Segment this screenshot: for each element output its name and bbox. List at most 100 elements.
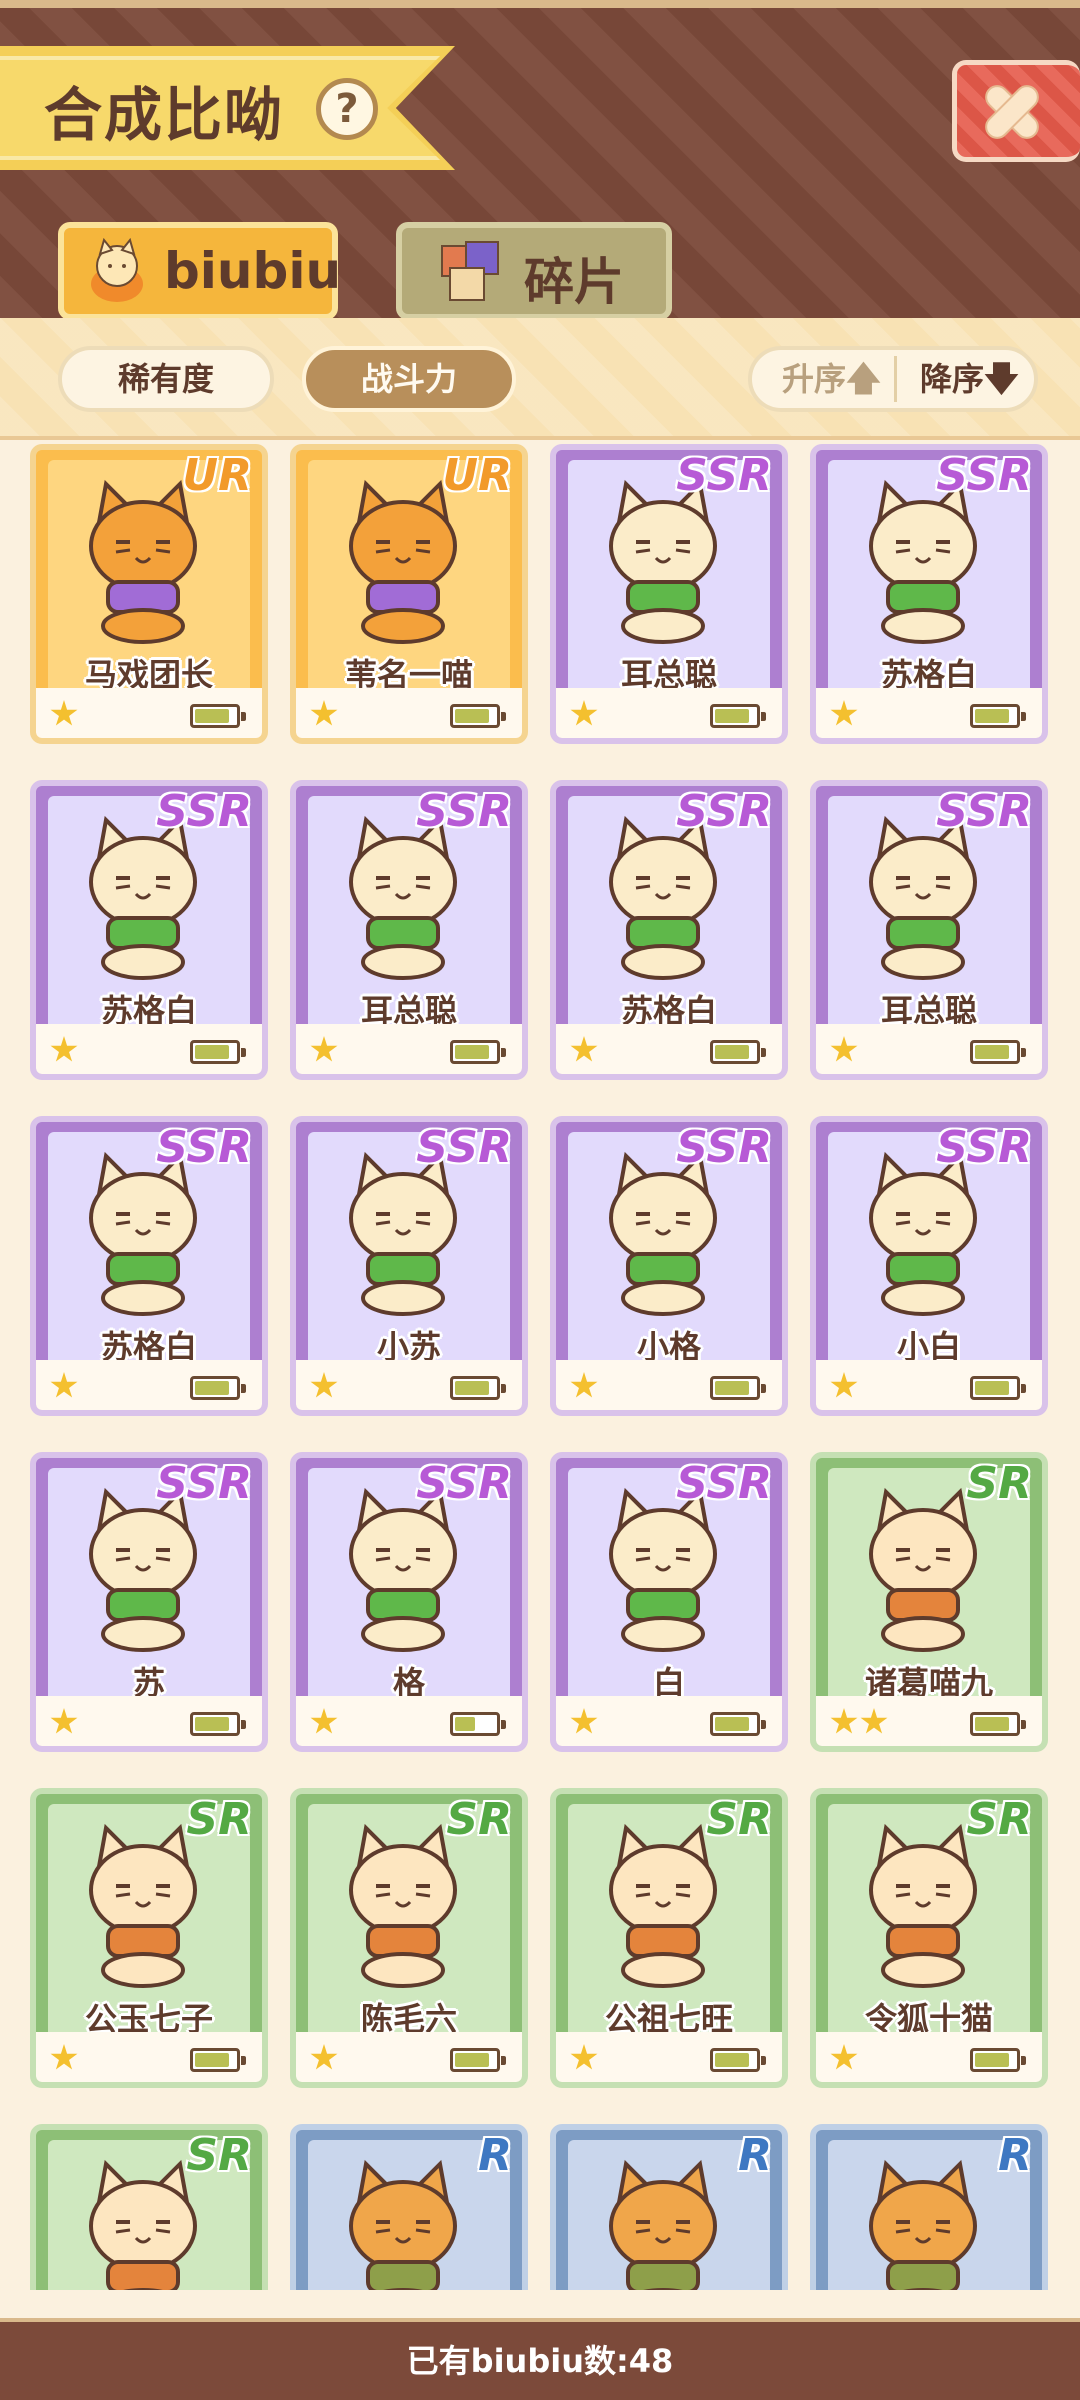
cat-character-icon xyxy=(89,1487,197,1652)
battery-tip xyxy=(241,2056,246,2065)
character-card[interactable]: SSR 苏 xyxy=(30,1452,268,1752)
help-icon[interactable]: ? xyxy=(316,78,378,140)
character-card[interactable]: R xyxy=(810,2124,1048,2290)
character-card[interactable]: SSR 小白 xyxy=(810,1116,1048,1416)
star-icon xyxy=(830,2044,858,2070)
rarity-badge: SSR xyxy=(676,450,772,501)
rarity-badge: UR xyxy=(442,450,512,501)
rarity-badge: SR xyxy=(186,2130,252,2181)
card-footer xyxy=(556,1024,782,1074)
star-rating xyxy=(50,1036,80,1066)
star-icon xyxy=(50,1708,78,1734)
tab-fragments[interactable]: 碎片 xyxy=(396,222,672,320)
rarity-badge: SR xyxy=(186,1794,252,1845)
character-card[interactable]: SR 陈毛六 xyxy=(290,1788,528,2088)
energy-battery-icon xyxy=(190,1376,246,1400)
energy-battery-icon xyxy=(190,2048,246,2072)
rarity-badge: SSR xyxy=(156,786,252,837)
character-card[interactable]: UR 苇名一喵 xyxy=(290,444,528,744)
cat-character-icon xyxy=(609,1823,717,1988)
battery-fill xyxy=(195,1717,229,1731)
battery-fill xyxy=(195,1381,229,1395)
sort-by-rarity-button[interactable]: 稀有度 xyxy=(58,346,274,412)
battery-tip xyxy=(1021,1384,1026,1393)
star-rating xyxy=(830,1708,890,1738)
star-rating xyxy=(310,1372,340,1402)
rarity-badge: SSR xyxy=(416,786,512,837)
card-footer xyxy=(556,1360,782,1410)
star-rating xyxy=(830,1372,860,1402)
star-rating xyxy=(570,1036,600,1066)
tab-biubiu-label: biubiu xyxy=(164,242,342,300)
descending-button[interactable]: 降序🡇 xyxy=(920,350,1019,408)
close-button[interactable] xyxy=(952,60,1080,162)
character-card[interactable]: SSR 小格 xyxy=(550,1116,788,1416)
character-card[interactable]: SR 诸葛喵九 xyxy=(810,1452,1048,1752)
character-card[interactable]: SSR 苏格白 xyxy=(550,780,788,1080)
cat-character-icon xyxy=(89,479,197,644)
rarity-badge: SSR xyxy=(156,1458,252,1509)
character-card[interactable]: R xyxy=(550,2124,788,2290)
character-card[interactable]: SR 公玉七子 xyxy=(30,1788,268,2088)
character-card[interactable]: SSR 耳总聪 xyxy=(810,780,1048,1080)
rarity-badge: R xyxy=(478,2130,512,2181)
battery-fill xyxy=(715,1381,749,1395)
character-card[interactable]: SSR 耳总聪 xyxy=(550,444,788,744)
close-icon xyxy=(985,85,1039,139)
ascending-button[interactable]: 升序🡅 xyxy=(782,350,881,408)
energy-battery-icon xyxy=(970,1712,1026,1736)
energy-battery-icon xyxy=(190,704,246,728)
character-card[interactable]: SSR 苏格白 xyxy=(30,780,268,1080)
star-icon xyxy=(830,700,858,726)
character-card[interactable]: SR xyxy=(30,2124,268,2290)
character-card[interactable]: SSR 小苏 xyxy=(290,1116,528,1416)
character-card[interactable]: SR 公祖七旺 xyxy=(550,1788,788,2088)
energy-battery-icon xyxy=(450,1712,506,1736)
sort-by-power-button[interactable]: 战斗力 xyxy=(302,346,516,412)
arrow-down-icon: 🡇 xyxy=(984,359,1019,399)
star-rating xyxy=(570,700,600,730)
card-footer xyxy=(296,688,522,738)
energy-battery-icon xyxy=(710,704,766,728)
battery-fill xyxy=(455,1045,489,1059)
battery-fill xyxy=(455,1381,489,1395)
rarity-badge: SSR xyxy=(936,1122,1032,1173)
cat-character-icon xyxy=(89,1823,197,1988)
energy-battery-icon xyxy=(450,1040,506,1064)
cat-character-icon xyxy=(869,2159,977,2290)
character-card[interactable]: SSR 苏格白 xyxy=(30,1116,268,1416)
star-rating xyxy=(570,1708,600,1738)
descending-label: 降序 xyxy=(920,360,985,398)
battery-tip xyxy=(501,1384,506,1393)
battery-tip xyxy=(241,1384,246,1393)
cat-character-icon xyxy=(89,1151,197,1316)
rarity-badge: R xyxy=(738,2130,772,2181)
character-card[interactable]: R xyxy=(290,2124,528,2290)
character-card[interactable]: SSR 耳总聪 xyxy=(290,780,528,1080)
battery-fill xyxy=(975,1045,1009,1059)
character-card[interactable]: UR 马戏团长 xyxy=(30,444,268,744)
energy-battery-icon xyxy=(970,2048,1026,2072)
character-card[interactable]: SR 令狐十猫 xyxy=(810,1788,1048,2088)
tab-biubiu[interactable]: biubiu xyxy=(58,222,342,320)
character-card[interactable]: SSR 白 xyxy=(550,1452,788,1752)
battery-fill xyxy=(975,1717,1009,1731)
star-icon xyxy=(50,700,78,726)
character-card[interactable]: SSR 苏格白 xyxy=(810,444,1048,744)
energy-battery-icon xyxy=(710,1040,766,1064)
battery-fill xyxy=(195,2053,229,2067)
star-icon xyxy=(50,2044,78,2070)
character-card[interactable]: SSR 格 xyxy=(290,1452,528,1752)
cat-character-icon xyxy=(609,479,717,644)
star-rating xyxy=(830,700,860,730)
battery-fill xyxy=(975,2053,1009,2067)
rarity-badge: SR xyxy=(966,1794,1032,1845)
energy-battery-icon xyxy=(710,2048,766,2072)
battery-tip xyxy=(761,712,766,721)
star-rating xyxy=(50,1708,80,1738)
battery-fill xyxy=(715,1045,749,1059)
battery-tip xyxy=(761,2056,766,2065)
star-rating xyxy=(50,1372,80,1402)
battery-fill xyxy=(975,1381,1009,1395)
star-icon xyxy=(830,1036,858,1062)
